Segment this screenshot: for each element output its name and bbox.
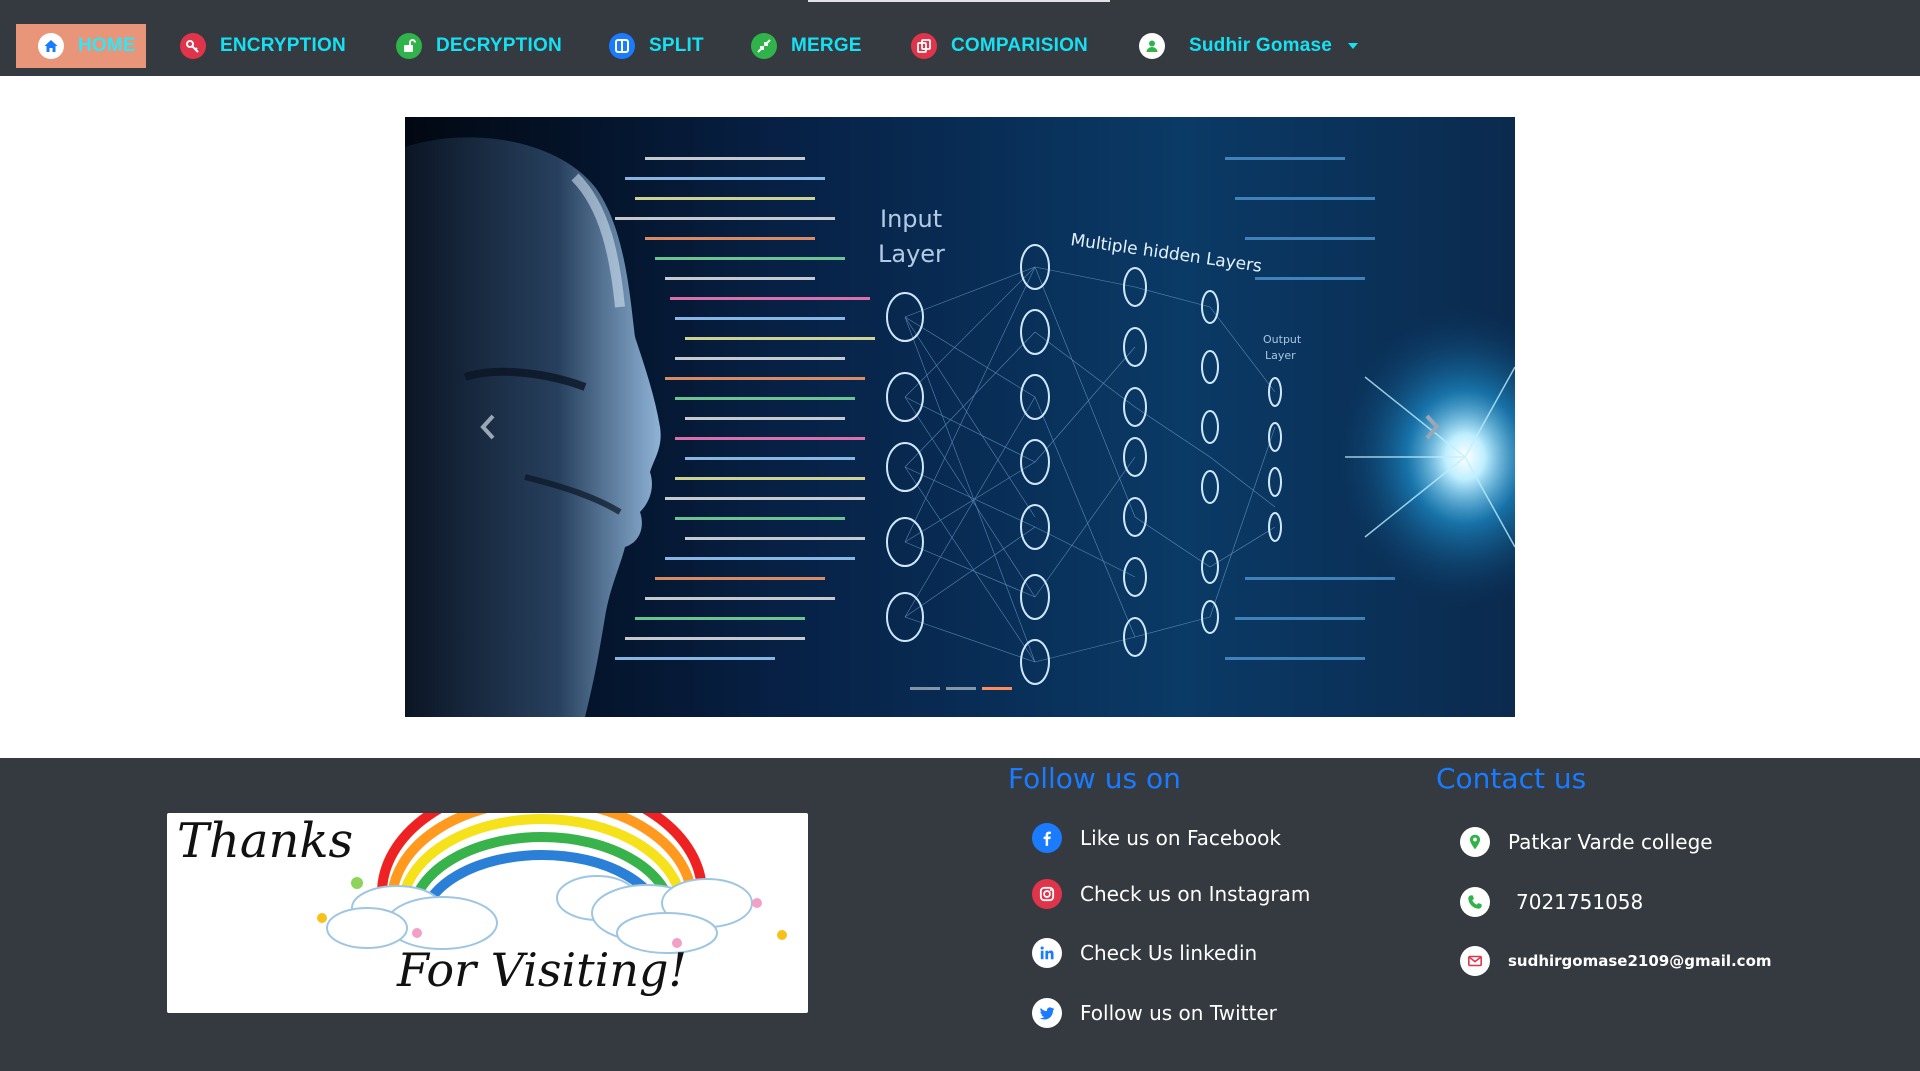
nav-decryption-label: DECRYPTION: [436, 35, 562, 56]
nav-home-label: HOME: [78, 35, 136, 56]
progress-strip: [808, 0, 1110, 2]
nav-decryption[interactable]: DECRYPTION: [396, 24, 562, 68]
top-navbar: HOME ENCRYPTION DECRYPTION SPLIT MERGE C…: [0, 0, 1920, 76]
input-layer-label: Input: [880, 205, 942, 233]
facebook-label: Like us on Facebook: [1080, 826, 1281, 850]
footer: Thanks For Visiting! Follow us on Like u…: [0, 758, 1920, 1071]
linkedin-link[interactable]: Check Us linkedin: [1032, 938, 1257, 968]
address-item: Patkar Varde college: [1460, 827, 1713, 857]
user-name: Sudhir Gomase: [1189, 35, 1333, 56]
phone-text: 7021751058: [1516, 890, 1644, 914]
email-text: sudhirgomase2109@gmail.com: [1508, 952, 1772, 970]
user-dropdown[interactable]: Sudhir Gomase: [1139, 24, 1359, 68]
linkedin-label: Check Us linkedin: [1080, 941, 1258, 965]
carousel-indicators: [910, 687, 1012, 690]
nav-split-label: SPLIT: [649, 35, 704, 56]
neural-network-image: Input Layer Multiple hidden Layers Outpu…: [405, 117, 1515, 717]
output-layer-label: Output: [1263, 333, 1302, 346]
compare-icon: [911, 33, 937, 59]
carousel-indicator-1[interactable]: [910, 687, 940, 690]
chevron-right-icon: [1425, 414, 1440, 440]
thanks-for-visiting-image: Thanks For Visiting!: [167, 813, 808, 1013]
twitter-icon: [1032, 998, 1062, 1028]
unlock-icon: [396, 33, 422, 59]
carousel-next-button[interactable]: [1412, 397, 1452, 457]
email-item[interactable]: sudhirgomase2109@gmail.com: [1460, 946, 1772, 976]
nav-comparision[interactable]: COMPARISION: [911, 24, 1088, 68]
instagram-icon: [1032, 879, 1062, 909]
nav-encryption-label: ENCRYPTION: [220, 35, 346, 56]
chevron-left-icon: [480, 414, 495, 440]
nav-comparision-label: COMPARISION: [951, 35, 1088, 56]
thanks-text: Thanks: [177, 813, 354, 869]
address-text: Patkar Varde college: [1508, 830, 1713, 854]
phone-item[interactable]: 7021751058: [1460, 887, 1643, 917]
carousel-indicator-2[interactable]: [946, 687, 976, 690]
twitter-label: Follow us on Twitter: [1080, 1001, 1277, 1025]
phone-icon: [1460, 887, 1490, 917]
key-icon: [180, 33, 206, 59]
location-pin-icon: [1460, 827, 1490, 857]
user-icon: [1139, 33, 1165, 59]
email-icon: [1460, 946, 1490, 976]
input-layer-label-2: Layer: [878, 240, 945, 268]
nav-merge[interactable]: MERGE: [751, 24, 862, 68]
merge-icon: [751, 33, 777, 59]
nav-home[interactable]: HOME: [16, 24, 146, 68]
chevron-down-icon: [1348, 43, 1359, 49]
contact-us-title: Contact us: [1436, 762, 1587, 795]
split-icon: [609, 33, 635, 59]
output-layer-label-2: Layer: [1265, 349, 1296, 362]
home-icon: [38, 33, 64, 59]
carousel-indicator-3[interactable]: [982, 687, 1012, 690]
facebook-link[interactable]: Like us on Facebook: [1032, 823, 1281, 853]
follow-us-title: Follow us on: [1008, 762, 1181, 795]
instagram-link[interactable]: Check us on Instagram: [1032, 879, 1310, 909]
instagram-label: Check us on Instagram: [1080, 882, 1311, 906]
nav-split[interactable]: SPLIT: [609, 24, 704, 68]
nav-encryption[interactable]: ENCRYPTION: [180, 24, 346, 68]
nav-merge-label: MERGE: [791, 35, 862, 56]
twitter-link[interactable]: Follow us on Twitter: [1032, 998, 1277, 1028]
linkedin-icon: [1032, 938, 1062, 968]
carousel-prev-button[interactable]: [468, 397, 508, 457]
facebook-icon: [1032, 823, 1062, 853]
for-visiting-text: For Visiting!: [397, 943, 687, 997]
image-carousel[interactable]: Input Layer Multiple hidden Layers Outpu…: [405, 117, 1515, 717]
